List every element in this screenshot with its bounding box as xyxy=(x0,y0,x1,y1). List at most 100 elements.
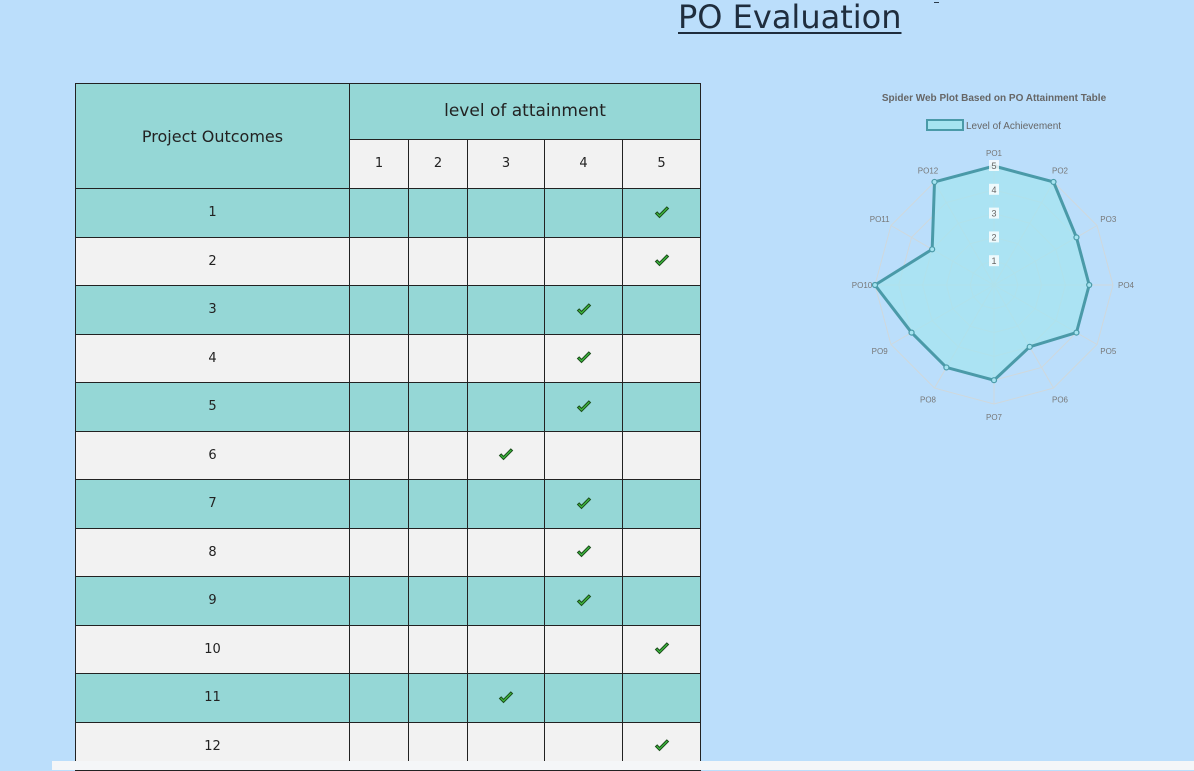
level-cell-1 xyxy=(349,188,409,238)
level-header-5: 5 xyxy=(621,138,702,190)
table-row: 10 xyxy=(75,624,702,674)
level-cell-1 xyxy=(349,333,409,383)
table-row: 2 xyxy=(75,236,702,286)
checkmark-icon xyxy=(654,254,670,269)
tick-label: 4 xyxy=(991,185,996,195)
level-cell-3 xyxy=(467,527,545,577)
data-point xyxy=(929,246,936,253)
level-cell-5 xyxy=(621,188,702,238)
outcome-label: 2 xyxy=(75,236,350,286)
table-row: 8 xyxy=(75,527,702,577)
outcome-label: 9 xyxy=(75,576,350,626)
level-cell-1 xyxy=(349,430,409,480)
table-row: 3 xyxy=(75,285,702,335)
checkmark-icon xyxy=(576,496,592,511)
table-row: 6 xyxy=(75,430,702,480)
level-cell-2 xyxy=(408,333,468,383)
level-cell-1 xyxy=(349,576,409,626)
level-cell-4 xyxy=(544,673,623,723)
table-row: 9 xyxy=(75,576,702,626)
po-attainment-table: Project Outcomes level of attainment 1 2… xyxy=(75,83,702,771)
outcome-label: 8 xyxy=(75,527,350,577)
level-cell-4 xyxy=(544,527,623,577)
level-cell-2 xyxy=(408,382,468,432)
axis-label-po10: PO10 xyxy=(852,281,873,290)
level-cell-4 xyxy=(544,188,623,238)
outcome-label: 10 xyxy=(75,624,350,674)
data-point xyxy=(1073,234,1080,241)
axis-label-po1: PO1 xyxy=(986,149,1003,158)
data-point xyxy=(990,377,998,384)
series-area xyxy=(872,164,1091,382)
outcome-label: 3 xyxy=(75,285,350,335)
checkmark-icon xyxy=(576,302,592,317)
tick-label: 5 xyxy=(991,161,996,171)
outcome-label: 1 xyxy=(75,188,350,238)
level-cell-1 xyxy=(349,479,409,529)
axis-label-po5: PO5 xyxy=(1100,347,1117,356)
axis-label-po3: PO3 xyxy=(1100,215,1117,224)
level-cell-2 xyxy=(408,188,468,238)
project-outcomes-header: Project Outcomes xyxy=(75,83,350,189)
level-header-1: 1 xyxy=(349,138,409,190)
checkmark-icon xyxy=(654,642,670,657)
level-cell-1 xyxy=(349,382,409,432)
level-cell-2 xyxy=(408,624,468,674)
axis-label-po2: PO2 xyxy=(1052,167,1069,176)
level-cell-2 xyxy=(408,430,468,480)
divider-mark xyxy=(934,2,939,3)
level-cell-3 xyxy=(467,624,545,674)
table-row: 1 xyxy=(75,188,702,238)
level-cell-5 xyxy=(621,430,702,480)
checkmark-icon xyxy=(576,399,592,414)
level-cell-4 xyxy=(544,285,623,335)
checkmark-icon xyxy=(498,448,514,463)
level-cell-4 xyxy=(544,236,623,286)
checkmark-icon xyxy=(498,690,514,705)
checkmark-icon xyxy=(576,593,592,608)
table-row: 4 xyxy=(75,333,702,383)
data-point xyxy=(871,281,879,289)
legend-swatch xyxy=(926,119,964,131)
axis-label-po12: PO12 xyxy=(918,167,939,176)
checkmark-icon xyxy=(654,739,670,754)
outcome-label: 7 xyxy=(75,479,350,529)
level-cell-2 xyxy=(408,673,468,723)
level-header-4: 4 xyxy=(544,138,623,190)
checkmark-icon xyxy=(654,205,670,220)
axis-label-po7: PO7 xyxy=(986,413,1003,422)
level-cell-4 xyxy=(544,624,623,674)
bottom-strip xyxy=(52,761,1194,770)
data-point xyxy=(1086,281,1093,289)
level-cell-5 xyxy=(621,479,702,529)
data-point xyxy=(931,178,938,186)
level-cell-4 xyxy=(544,430,623,480)
level-cell-5 xyxy=(621,576,702,626)
level-cell-5 xyxy=(621,527,702,577)
checkmark-icon xyxy=(576,351,592,366)
level-cell-2 xyxy=(408,236,468,286)
data-point xyxy=(943,364,950,371)
level-cell-5 xyxy=(621,624,702,674)
tick-label: 3 xyxy=(991,209,996,219)
level-of-attainment-header: level of attainment xyxy=(348,83,702,140)
level-cell-3 xyxy=(467,382,545,432)
axis-label-po9: PO9 xyxy=(872,347,889,356)
level-cell-2 xyxy=(408,527,468,577)
level-cell-2 xyxy=(408,285,468,335)
page-title: PO Evaluation xyxy=(678,0,902,36)
level-header-2: 2 xyxy=(408,138,468,190)
level-cell-2 xyxy=(408,576,468,626)
level-cell-1 xyxy=(349,673,409,723)
table-row: 11 xyxy=(75,673,702,723)
axis-label-po11: PO11 xyxy=(870,215,890,224)
level-cell-5 xyxy=(621,333,702,383)
spider-web-chart: Spider Web Plot Based on PO Attainment T… xyxy=(852,93,1135,422)
level-cell-4 xyxy=(544,333,623,383)
level-cell-5 xyxy=(621,382,702,432)
level-cell-3 xyxy=(467,333,545,383)
level-cell-5 xyxy=(621,236,702,286)
table-row: 7 xyxy=(75,479,702,529)
data-point xyxy=(1073,329,1080,336)
level-cell-5 xyxy=(621,673,702,723)
